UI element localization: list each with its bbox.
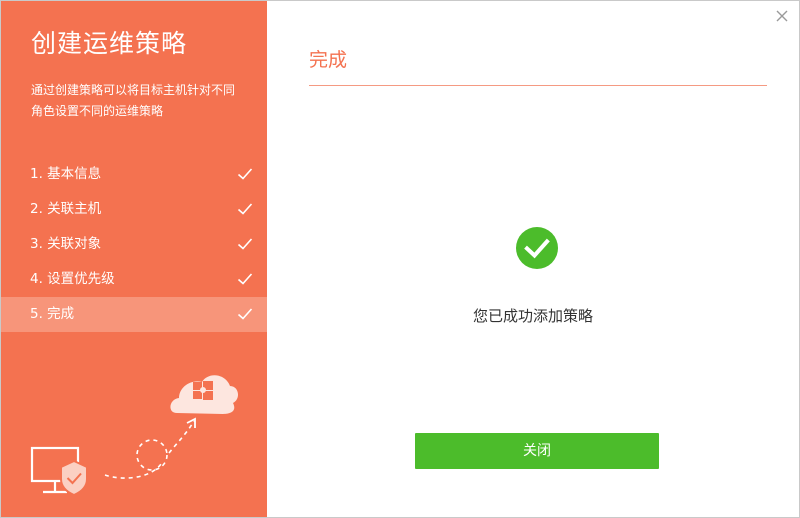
check-icon — [237, 168, 253, 180]
main-panel: 完成 您已成功添加策略 关闭 — [267, 1, 799, 517]
step-associate-host[interactable]: 2. 关联主机 — [1, 192, 267, 227]
title-divider — [309, 85, 767, 86]
check-circle-icon — [516, 227, 558, 269]
check-icon — [237, 273, 253, 285]
step-basic-info[interactable]: 1. 基本信息 — [1, 157, 267, 192]
check-icon — [237, 308, 253, 320]
success-message: 您已成功添加策略 — [472, 307, 593, 325]
sidebar: 创建运维策略 通过创建策略可以将目标主机针对不同角色设置不同的运维策略 1. 基… — [1, 1, 267, 517]
step-complete[interactable]: 5. 完成 — [1, 297, 267, 332]
step-label: 2. 关联主机 — [30, 201, 102, 217]
shield-check-icon — [60, 459, 88, 497]
step-label: 3. 关联对象 — [30, 236, 102, 252]
check-icon — [237, 238, 253, 250]
close-x-icon[interactable] — [775, 9, 789, 23]
check-icon — [237, 203, 253, 215]
step-list: 1. 基本信息 2. 关联主机 3. 关联对象 4. 设置优先级 5. 完成 — [1, 157, 267, 332]
step-label: 5. 完成 — [30, 306, 75, 322]
close-button[interactable]: 关闭 — [415, 433, 659, 469]
step-associate-object[interactable]: 3. 关联对象 — [1, 227, 267, 262]
step-label: 1. 基本信息 — [30, 166, 102, 182]
sidebar-description: 通过创建策略可以将目标主机针对不同角色设置不同的运维策略 — [31, 83, 236, 118]
step-set-priority[interactable]: 4. 设置优先级 — [1, 262, 267, 297]
monitor-icon — [30, 446, 80, 494]
step-label: 4. 设置优先级 — [30, 271, 115, 287]
sidebar-title: 创建运维策略 — [31, 29, 188, 58]
cloud-windows-icon — [170, 375, 239, 414]
page-title: 完成 — [309, 49, 348, 71]
dialog-window: 创建运维策略 通过创建策略可以将目标主机针对不同角色设置不同的运维策略 1. 基… — [0, 0, 800, 518]
